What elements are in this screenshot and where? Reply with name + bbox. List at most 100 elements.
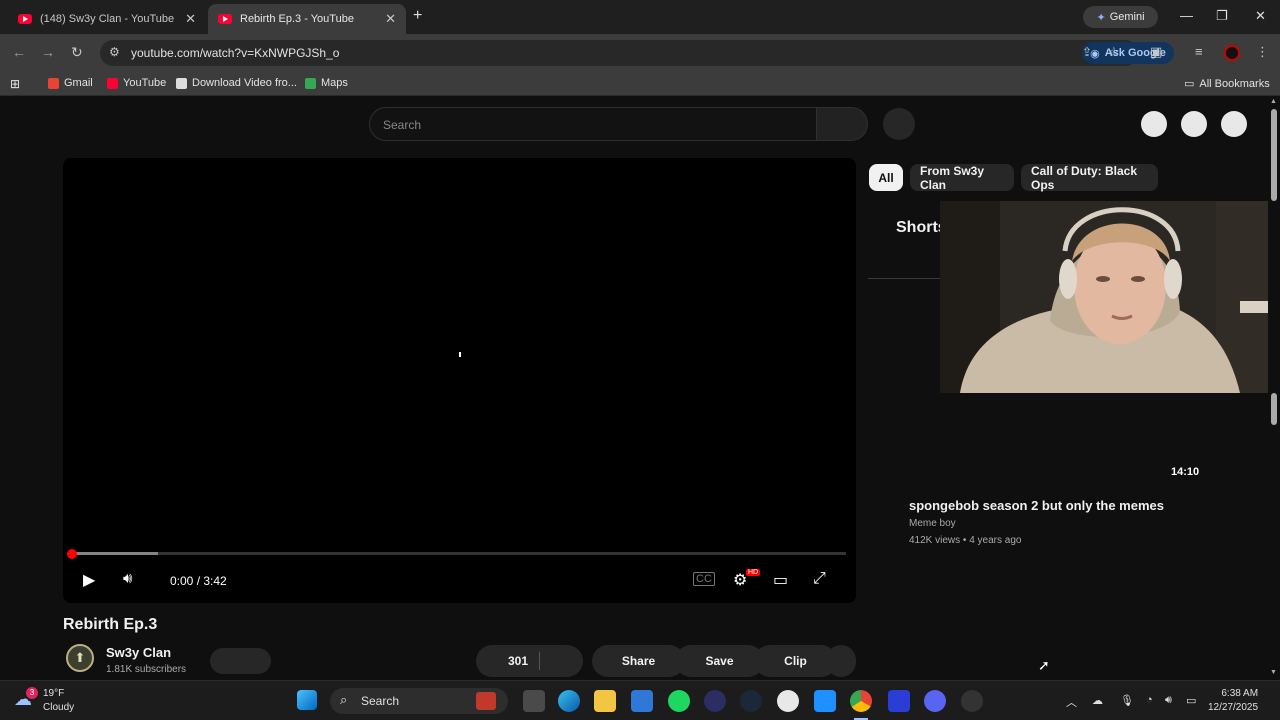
play-button[interactable]: ▶	[83, 570, 95, 590]
subscriber-count: 1.81K subscribers	[106, 664, 187, 675]
media-player-icon[interactable]	[704, 690, 726, 712]
maximize-window-icon[interactable]: ❐	[1216, 8, 1228, 24]
create-button[interactable]	[1141, 111, 1167, 137]
scroll-thumb[interactable]	[1271, 109, 1277, 201]
captions-icon[interactable]: CC	[693, 572, 715, 586]
upload-age: 4 years ago	[969, 535, 1022, 546]
battery-icon[interactable]: ▭	[1186, 694, 1196, 707]
bookmarks-bar: ⊞ Gmail YouTube Download Video fro... Ma…	[0, 72, 1280, 96]
gemini-button[interactable]: ✦ Gemini	[1083, 6, 1158, 28]
share-button[interactable]: Share	[592, 645, 685, 677]
spotify-icon[interactable]	[668, 690, 690, 712]
search-button[interactable]	[816, 107, 868, 141]
download-site-icon	[176, 77, 187, 89]
progress-bar[interactable]	[73, 552, 846, 555]
search-highlight-icon	[476, 692, 496, 710]
tray-overflow-chevron-icon[interactable]: ︿	[1066, 694, 1077, 710]
save-label: Save	[705, 654, 734, 668]
bookmark-gmail[interactable]: Gmail	[48, 77, 93, 89]
scroll-down-arrow-icon[interactable]: ▼	[1270, 669, 1277, 676]
onedrive-icon[interactable]: ☁	[1092, 694, 1103, 707]
microsoft-store-icon[interactable]	[631, 690, 653, 712]
save-button[interactable]: Save	[675, 645, 764, 677]
loading-spinner	[459, 352, 461, 357]
wifi-icon[interactable]: ◔	[1146, 694, 1153, 706]
steam-icon[interactable]	[740, 690, 762, 712]
recommended-video-meta: 412K views • 4 years ago	[909, 535, 1021, 546]
notifications-button[interactable]	[1181, 111, 1207, 137]
gmail-icon	[48, 77, 59, 89]
system-clock[interactable]: 6:38 AM 12/27/2025	[1208, 687, 1258, 715]
windows-start-icon[interactable]	[297, 690, 317, 710]
like-button[interactable]: 301	[476, 645, 583, 677]
bookmark-maps[interactable]: Maps	[305, 77, 348, 89]
launcher-l-icon[interactable]	[888, 690, 910, 712]
scroll-up-arrow-icon[interactable]: ▲	[1270, 98, 1277, 105]
volume-icon[interactable]: 🔊︎	[123, 570, 132, 587]
media-controls-icon[interactable]: ≡	[1195, 44, 1203, 59]
buffered-bar	[73, 552, 159, 555]
file-explorer-icon[interactable]	[594, 690, 616, 712]
chip-call-of-duty[interactable]: Call of Duty: Black Ops	[1021, 164, 1158, 192]
youtube-page: Search ▶ 🔊︎ 0:00 / 3:42 CC ⚙ HD ▭ ⤢ Rebi…	[0, 97, 1280, 680]
chip-label: All	[878, 170, 894, 185]
all-bookmarks-label: All Bookmarks	[1199, 77, 1270, 90]
edge-icon[interactable]	[558, 690, 580, 712]
theater-mode-icon[interactable]: ▭	[773, 570, 788, 590]
channel-name[interactable]: Sw3y Clan	[106, 645, 171, 660]
bookmark-youtube[interactable]: YouTube	[107, 77, 166, 89]
search-input[interactable]: Search	[369, 107, 816, 141]
back-icon[interactable]: ←	[12, 44, 26, 60]
reload-icon[interactable]: ↻	[71, 44, 83, 61]
all-bookmarks[interactable]: ▭ All Bookmarks	[1184, 77, 1270, 91]
webcam-person-image	[940, 201, 1280, 393]
app-icon[interactable]	[777, 690, 799, 712]
scrubber-handle[interactable]	[67, 549, 77, 559]
tab-sw3y-clan[interactable]: (148) Sw3y Clan - YouTube ✕	[8, 4, 206, 34]
recommended-channel-name[interactable]: Meme boy	[909, 518, 956, 529]
chrome-icon[interactable]	[850, 690, 872, 712]
forward-icon[interactable]: →	[41, 44, 55, 60]
new-tab-icon[interactable]: +	[413, 7, 422, 25]
close-tab-icon[interactable]: ✕	[385, 11, 396, 27]
site-info-icon[interactable]: ⚙	[109, 45, 120, 59]
microphone-icon[interactable]: 🎙︎	[1120, 694, 1134, 707]
fullscreen-icon[interactable]: ⤢	[813, 570, 826, 588]
chip-all[interactable]: All	[869, 164, 903, 191]
folder-icon: ▭	[1184, 78, 1195, 90]
minimize-window-icon[interactable]: —	[1180, 8, 1193, 23]
apps-grid-icon[interactable]: ⊞	[10, 77, 20, 91]
app-with-notification-icon[interactable]	[961, 690, 983, 712]
clock-time: 6:38 AM	[1221, 688, 1259, 699]
speaker-icon[interactable]: 🔊︎	[1165, 694, 1172, 707]
bookmark-download-video[interactable]: Download Video fro...	[176, 77, 297, 89]
tab-rebirth-ep3[interactable]: Rebirth Ep.3 - YouTube ✕	[208, 4, 406, 34]
install-app-icon[interactable]: ⇪	[1082, 45, 1092, 59]
task-view-icon[interactable]	[523, 690, 545, 712]
scroll-thumb[interactable]	[1271, 393, 1277, 425]
close-tab-icon[interactable]: ✕	[185, 11, 196, 27]
roblox-studio-icon[interactable]	[814, 690, 836, 712]
subscribe-button[interactable]	[210, 648, 271, 674]
address-bar[interactable]: ⚙ youtube.com/watch?v=KxNWPGJSh_o ◉ Ask …	[100, 40, 1174, 66]
section-divider	[868, 278, 940, 279]
profile-avatar[interactable]	[1224, 45, 1240, 61]
side-panel-icon[interactable]: ▣	[1150, 44, 1162, 60]
bookmark-label: Maps	[321, 77, 348, 89]
page-scrollbar[interactable]: ▲ ▼	[1268, 97, 1280, 680]
voice-search-button[interactable]	[883, 108, 915, 140]
browser-menu-icon[interactable]: ⋮	[1256, 44, 1269, 60]
account-avatar[interactable]	[1221, 111, 1247, 137]
windows-taskbar: ☁ 3 19°F Cloudy ⌕ Search ︿ ☁ 🎙︎ ◔ 🔊︎ ▭ 6…	[0, 680, 1280, 720]
clip-button[interactable]: Clip	[754, 645, 837, 677]
recommended-video-title[interactable]: spongebob season 2 but only the memes	[909, 498, 1164, 513]
taskbar-search[interactable]: ⌕ Search	[330, 688, 508, 714]
video-player[interactable]: ▶ 🔊︎ 0:00 / 3:42 CC ⚙ HD ▭ ⤢	[63, 158, 856, 603]
gemini-sparkle-icon: ✦	[1096, 11, 1106, 24]
bookmark-star-icon[interactable]: ☆	[1108, 44, 1120, 60]
close-window-icon[interactable]: ✕	[1255, 8, 1266, 24]
channel-avatar[interactable]: ⬆	[66, 644, 94, 672]
more-actions-button[interactable]	[826, 645, 856, 677]
discord-icon[interactable]	[924, 690, 946, 712]
chip-from-channel[interactable]: From Sw3y Clan	[910, 164, 1014, 192]
